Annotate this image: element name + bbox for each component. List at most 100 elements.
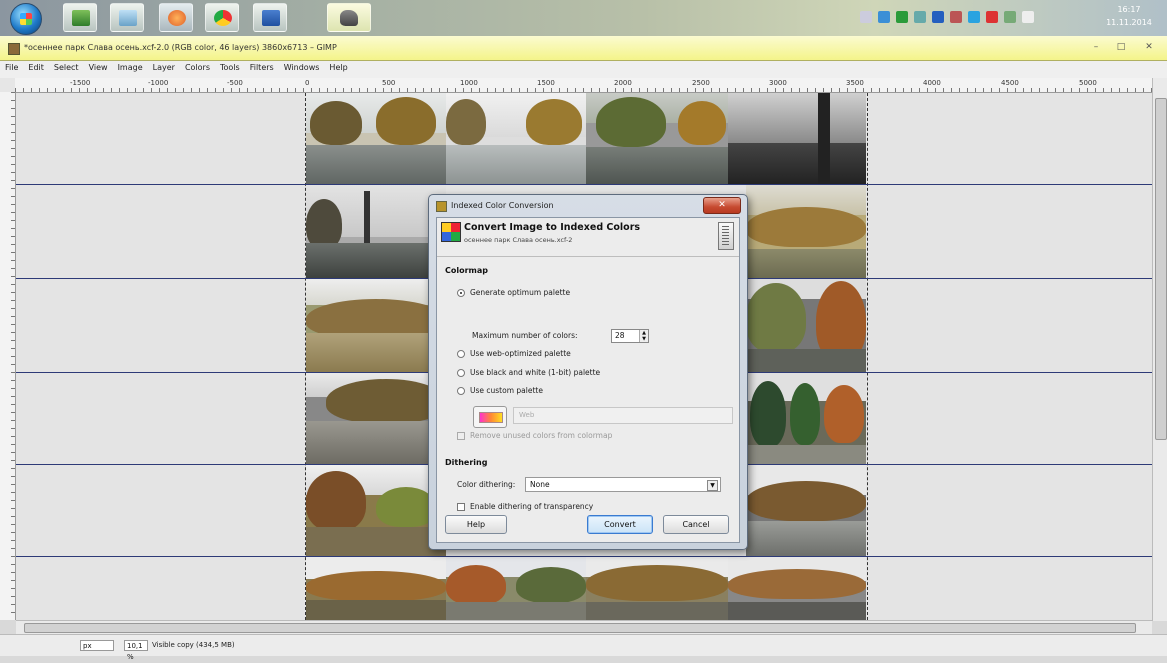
dither-transparency-checkbox[interactable] — [457, 502, 465, 511]
radio-button[interactable] — [457, 349, 465, 358]
tray-power-icon[interactable] — [1004, 11, 1016, 23]
remove-unused-label: Remove unused colors from colormap — [470, 431, 613, 440]
dialog-app-icon — [436, 201, 447, 212]
ruler-tick: -1500 — [70, 79, 91, 87]
close-window-button[interactable]: ✕ — [1138, 41, 1160, 54]
radio-black-white[interactable]: Use black and white (1-bit) palette — [457, 368, 600, 377]
menu-view[interactable]: View — [84, 61, 113, 78]
tray-monitor-icon[interactable] — [914, 11, 926, 23]
clock-date: 11.11.2014 — [1106, 18, 1152, 27]
menu-tools[interactable]: Tools — [215, 61, 245, 78]
remove-unused-row[interactable]: Remove unused colors from colormap — [457, 431, 612, 440]
menu-windows[interactable]: Windows — [279, 61, 325, 78]
taskbar-explorer-button[interactable] — [63, 3, 97, 32]
palette-swatch-button[interactable] — [473, 406, 507, 428]
taskbar-photos-button[interactable] — [110, 3, 144, 32]
guide-line[interactable] — [16, 184, 1152, 185]
dither-transparency-label: Enable dithering of transparency — [470, 502, 594, 511]
radio-web-optimized[interactable]: Use web-optimized palette — [457, 349, 571, 358]
menu-select[interactable]: Select — [49, 61, 84, 78]
photo-tile — [306, 465, 446, 557]
guide-line[interactable] — [16, 556, 1152, 557]
indexed-color-dialog: Indexed Color Conversion ✕ Convert Image… — [428, 194, 748, 550]
radio-generate-label: Generate optimum palette — [470, 288, 571, 297]
photo-tile — [746, 185, 866, 279]
max-colors-spinbox[interactable]: 28 ▲ ▼ — [611, 329, 649, 343]
unit-selector[interactable]: px — [80, 640, 114, 651]
menu-filters[interactable]: Filters — [245, 61, 279, 78]
radio-button[interactable] — [457, 386, 465, 395]
vertical-scroll-thumb[interactable] — [1155, 98, 1167, 440]
system-tray — [860, 9, 1080, 25]
menu-help[interactable]: Help — [324, 61, 352, 78]
tray-arrow-icon[interactable] — [860, 11, 872, 23]
photo-tile — [586, 93, 728, 185]
start-button[interactable] — [10, 3, 42, 35]
ruler-tick: 1500 — [537, 79, 555, 87]
radio-custom-palette[interactable]: Use custom palette — [457, 386, 543, 395]
clock[interactable]: 16:17 11.11.2014 — [1099, 3, 1159, 29]
menu-edit[interactable]: Edit — [23, 61, 49, 78]
dialog-close-button[interactable]: ✕ — [703, 197, 741, 214]
help-button[interactable]: Help — [445, 515, 507, 534]
image-preview-icon — [718, 222, 734, 250]
clock-time: 16:17 — [1117, 5, 1141, 14]
color-dithering-label: Color dithering: — [457, 480, 516, 489]
taskbar-word-button[interactable] — [253, 3, 287, 32]
vertical-scrollbar[interactable] — [1152, 78, 1167, 621]
taskbar-media-button[interactable] — [159, 3, 193, 32]
radio-button-selected[interactable] — [457, 288, 465, 297]
horizontal-scrollbar[interactable] — [16, 620, 1152, 634]
media-icon — [168, 10, 186, 26]
convert-button[interactable]: Convert — [587, 515, 653, 534]
maximize-button[interactable]: □ — [1110, 41, 1132, 54]
radio-button[interactable] — [457, 368, 465, 377]
radio-custom-label: Use custom palette — [470, 386, 543, 395]
minimize-button[interactable]: – — [1085, 41, 1107, 54]
vertical-ruler[interactable] — [0, 92, 16, 620]
color-dithering-select[interactable]: None ▼ — [525, 477, 721, 492]
dither-transparency-row[interactable]: Enable dithering of transparency — [457, 502, 593, 511]
tray-skype-icon[interactable] — [968, 11, 980, 23]
colormap-section-label: Colormap — [445, 266, 489, 275]
ruler-tick: 5000 — [1079, 79, 1097, 87]
photo-tile — [306, 557, 446, 620]
chevron-down-icon[interactable]: ▼ — [707, 480, 718, 491]
taskbar-chrome-button[interactable] — [205, 3, 239, 32]
taskbar: 16:17 11.11.2014 — [0, 0, 1167, 36]
radio-generate-optimum[interactable]: Generate optimum palette — [457, 288, 570, 297]
radio-web-label: Use web-optimized palette — [470, 349, 571, 358]
zoom-selector[interactable]: 10,1 % — [124, 640, 148, 661]
chrome-icon — [214, 10, 232, 26]
ruler-corner[interactable] — [0, 78, 16, 93]
photo-tile — [746, 279, 866, 373]
menu-colors[interactable]: Colors — [180, 61, 215, 78]
tray-shield-icon[interactable] — [950, 11, 962, 23]
menu-image[interactable]: Image — [113, 61, 148, 78]
remove-unused-checkbox[interactable] — [457, 431, 465, 440]
spin-arrows-icon[interactable]: ▲ ▼ — [639, 330, 648, 342]
tray-volume-icon[interactable] — [1022, 11, 1034, 23]
tray-network-icon[interactable] — [878, 11, 890, 23]
menu-file[interactable]: File — [0, 61, 23, 78]
tray-green-icon[interactable] — [896, 11, 908, 23]
dithering-section-label: Dithering — [445, 458, 488, 467]
photo-tile — [446, 557, 586, 620]
dialog-titlebar[interactable]: Indexed Color Conversion ✕ — [429, 195, 747, 217]
ruler-tick: -500 — [227, 79, 243, 87]
tray-blue-icon[interactable] — [932, 11, 944, 23]
ruler-tick: 3000 — [769, 79, 787, 87]
document-icon — [262, 10, 280, 26]
ruler-tick: 500 — [382, 79, 396, 87]
radio-bw-label: Use black and white (1-bit) palette — [470, 368, 601, 377]
horizontal-scroll-thumb[interactable] — [24, 623, 1136, 633]
horizontal-ruler[interactable]: -1500 -1000 -500 0 500 1000 1500 2000 25… — [15, 78, 1152, 93]
taskbar-gimp-button[interactable] — [327, 3, 371, 32]
cancel-button[interactable]: Cancel — [663, 515, 729, 534]
menu-layer[interactable]: Layer — [148, 61, 180, 78]
indexed-colors-icon — [441, 222, 461, 242]
tray-flag-icon[interactable] — [986, 11, 998, 23]
window-titlebar: *осеннее парк Слава осень.xcf-2.0 (RGB c… — [0, 36, 1167, 61]
max-colors-value: 28 — [615, 331, 625, 340]
ruler-tick: 3500 — [846, 79, 864, 87]
